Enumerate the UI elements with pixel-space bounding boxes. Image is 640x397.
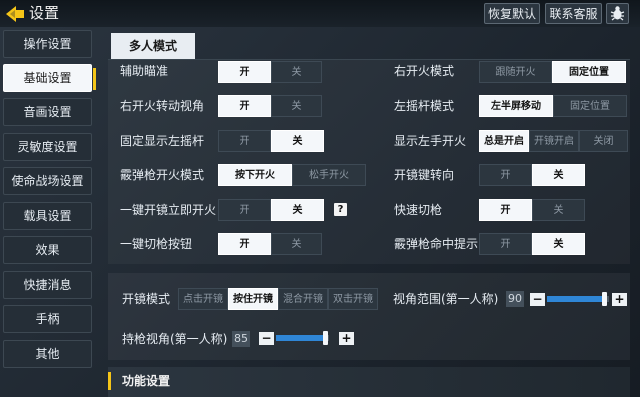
sidebar-item-gamepad[interactable]: 手柄 — [3, 305, 92, 333]
aim-assist-off[interactable]: 关 — [271, 61, 322, 83]
sidebar-item-other[interactable]: 其他 — [3, 340, 92, 368]
shotgun-fire-mode-press[interactable]: 按下开火 — [218, 164, 292, 186]
scope-key-turn-on[interactable]: 开 — [479, 164, 532, 186]
scope-mode-toggle: 点击开镜 按住开镜 混合开镜 双击开镜 — [178, 288, 378, 310]
gun-view-minus-button[interactable]: − — [259, 332, 274, 345]
fov-slider-knob[interactable] — [602, 292, 608, 306]
tab-multiplayer[interactable]: 多人模式 — [111, 33, 195, 59]
scope-mode-label: 开镜模式 — [122, 292, 171, 306]
gun-view-slider[interactable] — [276, 331, 329, 345]
quick-switch-gun-toggle: 开 关 — [479, 199, 585, 221]
scope-key-turn-toggle: 开 关 — [479, 164, 585, 186]
back-button[interactable] — [4, 4, 26, 24]
gun-view-plus-button[interactable]: + — [339, 332, 354, 345]
fixed-left-joystick-on[interactable]: 开 — [218, 130, 271, 152]
right-fire-mode-fixed[interactable]: 固定位置 — [552, 61, 626, 83]
sidebar-item-effects[interactable]: 效果 — [3, 236, 92, 264]
one-key-switch-gun-off[interactable]: 关 — [271, 233, 322, 255]
back-arrow-icon — [6, 6, 24, 22]
gun-view-slider-fill — [276, 335, 325, 341]
left-joystick-mode-fixed[interactable]: 固定位置 — [553, 95, 627, 117]
shotgun-hit-hint-off[interactable]: 关 — [532, 233, 585, 255]
left-joystick-mode-toggle: 左半屏移动 固定位置 — [479, 95, 627, 117]
aim-assist-toggle: 开 关 — [218, 61, 322, 83]
scope-mode-mixed[interactable]: 混合开镜 — [278, 288, 328, 310]
gun-view-slider-knob[interactable] — [322, 331, 328, 345]
shotgun-fire-mode-label: 霰弹枪开火模式 — [120, 168, 205, 182]
fov-slider[interactable] — [547, 292, 609, 306]
sidebar-item-vehicle[interactable]: 载具设置 — [3, 202, 92, 230]
gun-view-label: 持枪视角(第一人称) — [122, 332, 228, 346]
right-fire-mode-label: 右开火模式 — [394, 64, 455, 78]
right-fire-mode-follow[interactable]: 跟随开火 — [479, 61, 552, 83]
show-left-fire-scope[interactable]: 开镜开启 — [529, 130, 579, 152]
scope-instant-fire-off[interactable]: 关 — [271, 199, 324, 221]
left-joystick-mode-half[interactable]: 左半屏移动 — [479, 95, 553, 117]
scope-key-turn-off[interactable]: 关 — [532, 164, 585, 186]
scope-instant-fire-on[interactable]: 开 — [218, 199, 271, 221]
left-joystick-mode-label: 左摇杆模式 — [394, 99, 455, 113]
sidebar-item-audio-video[interactable]: 音画设置 — [3, 98, 92, 126]
fixed-left-joystick-label: 固定显示左摇杆 — [120, 134, 205, 148]
scope-instant-fire-toggle: 开 关 — [218, 199, 324, 221]
fov-slider-fill — [547, 296, 605, 302]
shotgun-hit-hint-toggle: 开 关 — [479, 233, 585, 255]
contact-support-button[interactable]: 联系客服 — [545, 3, 602, 24]
scope-mode-tap[interactable]: 点击开镜 — [178, 288, 228, 310]
right-fire-rotate-view-on[interactable]: 开 — [218, 95, 271, 117]
sidebar-item-basic-settings[interactable]: 基础设置 — [3, 64, 96, 92]
sidebar-item-control-settings[interactable]: 操作设置 — [3, 30, 92, 58]
right-fire-rotate-view-toggle: 开 关 — [218, 95, 322, 117]
shotgun-fire-mode-release[interactable]: 松手开火 — [292, 164, 366, 186]
quick-switch-gun-off[interactable]: 关 — [532, 199, 585, 221]
show-left-fire-toggle: 总是开启 开镜开启 关闭 — [479, 130, 628, 152]
function-settings-title: 功能设置 — [122, 374, 171, 388]
aim-assist-label: 辅助瞄准 — [120, 64, 169, 78]
fov-value: 90 — [506, 291, 524, 307]
scope-key-turn-label: 开镜键转向 — [394, 168, 455, 182]
show-left-fire-always[interactable]: 总是开启 — [479, 130, 529, 152]
quick-switch-gun-label: 快速切枪 — [394, 203, 443, 217]
scope-mode-hold[interactable]: 按住开镜 — [228, 288, 278, 310]
fov-minus-button[interactable]: − — [530, 293, 545, 306]
fixed-left-joystick-off[interactable]: 关 — [271, 130, 324, 152]
function-settings-header: 功能设置 — [108, 367, 630, 397]
help-icon[interactable]: ? — [334, 203, 347, 216]
sidebar-item-quick-messages[interactable]: 快捷消息 — [3, 271, 92, 299]
one-key-switch-gun-label: 一键切枪按钮 — [120, 237, 193, 251]
bug-report-button[interactable] — [606, 3, 629, 24]
section-accent-bar — [108, 372, 111, 390]
restore-default-button[interactable]: 恢复默认 — [484, 3, 540, 24]
quick-switch-gun-on[interactable]: 开 — [479, 199, 532, 221]
scope-instant-fire-label: 一键开镜立即开火 — [120, 203, 217, 217]
shotgun-fire-mode-toggle: 按下开火 松手开火 — [218, 164, 366, 186]
scope-mode-double[interactable]: 双击开镜 — [328, 288, 378, 310]
fov-plus-button[interactable]: + — [612, 293, 627, 306]
shotgun-hit-hint-label: 霰弹枪命中提示 — [394, 237, 479, 251]
right-fire-mode-toggle: 跟随开火 固定位置 — [479, 61, 626, 83]
top-bar: 设置 恢复默认 联系客服 — [0, 0, 640, 27]
one-key-switch-gun-toggle: 开 关 — [218, 233, 322, 255]
show-left-fire-label: 显示左手开火 — [394, 134, 467, 148]
right-fire-rotate-view-off[interactable]: 关 — [271, 95, 322, 117]
aim-assist-on[interactable]: 开 — [218, 61, 271, 83]
shotgun-hit-hint-on[interactable]: 开 — [479, 233, 532, 255]
sidebar-item-sensitivity[interactable]: 灵敏度设置 — [3, 133, 92, 161]
fixed-left-joystick-toggle: 开 关 — [218, 130, 324, 152]
fov-label: 视角范围(第一人称) — [393, 292, 499, 306]
bug-icon — [610, 6, 625, 21]
gun-view-value: 85 — [232, 331, 250, 347]
show-left-fire-off[interactable]: 关闭 — [579, 130, 628, 152]
page-title: 设置 — [29, 4, 60, 22]
sidebar-item-battlefield[interactable]: 使命战场设置 — [3, 167, 92, 195]
one-key-switch-gun-on[interactable]: 开 — [218, 233, 271, 255]
right-fire-rotate-view-label: 右开火转动视角 — [120, 99, 205, 113]
